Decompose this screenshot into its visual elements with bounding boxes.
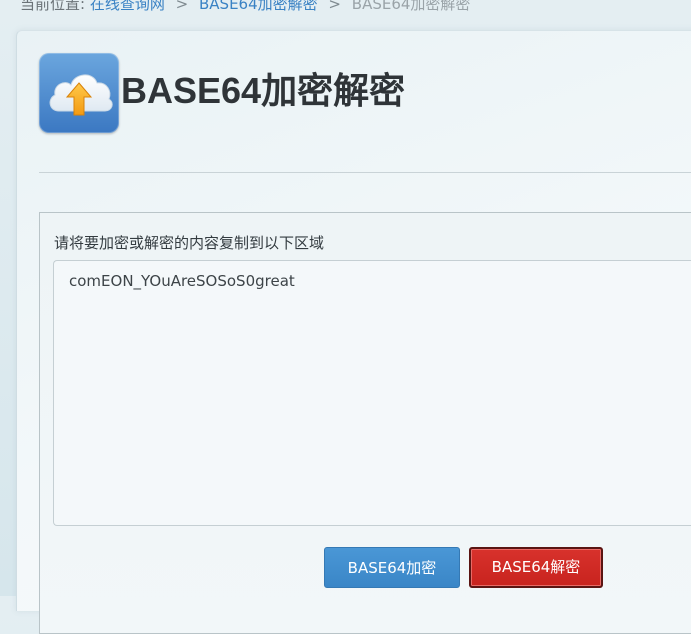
main-panel: BASE64加密解密 请将要加密或解密的内容复制到以下区域 comEON_YOu… xyxy=(16,30,691,634)
form-box: 请将要加密或解密的内容复制到以下区域 comEON_YOuAreSOSoS0gr… xyxy=(39,212,691,634)
divider xyxy=(39,172,691,173)
breadcrumb-current: BASE64加密解密 xyxy=(351,0,471,13)
page-title: BASE64加密解密 xyxy=(121,70,406,111)
breadcrumb-link-base64[interactable]: BASE64加密解密 xyxy=(199,0,318,13)
breadcrumb-lead: 当前位置: xyxy=(20,0,86,13)
breadcrumb-separator: > xyxy=(175,0,189,13)
breadcrumb-separator: > xyxy=(328,0,341,13)
input-label: 请将要加密或解密的内容复制到以下区域 xyxy=(54,234,325,252)
breadcrumb-link-home[interactable]: 在线查询网 xyxy=(90,0,165,13)
base64-encode-button[interactable]: BASE64加密 xyxy=(324,547,460,588)
breadcrumb: 当前位置: 在线查询网 > BASE64加密解密 > BASE64加密解密 xyxy=(20,0,470,14)
base64-decode-button[interactable]: BASE64解密 xyxy=(469,547,603,588)
cloud-upload-icon-graphic xyxy=(49,74,113,116)
cloud-upload-icon xyxy=(39,53,119,133)
content-textarea[interactable]: comEON_YOuAreSOSoS0great xyxy=(53,260,691,526)
